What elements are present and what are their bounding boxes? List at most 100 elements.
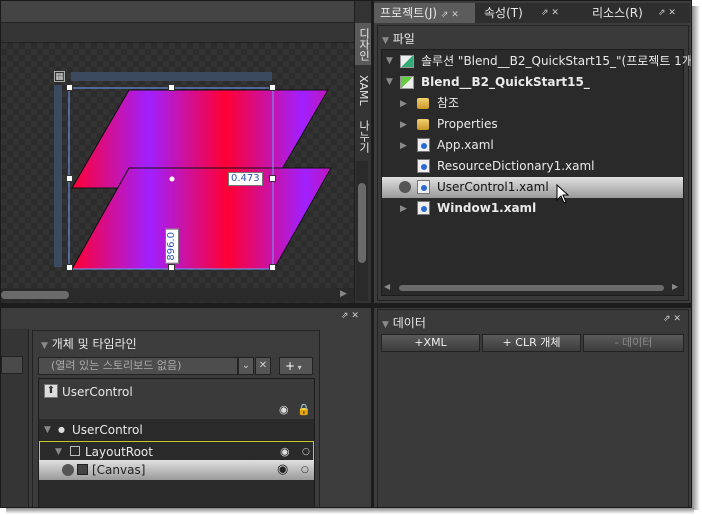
float-icon[interactable]: ⇗ ✕ xyxy=(658,3,676,23)
design-horizontal-scroll-thumb[interactable] xyxy=(1,291,69,299)
tree-label: Blend__B2_QuickStart15_ xyxy=(421,75,590,89)
collapsed-arrow-icon[interactable]: ▶ xyxy=(400,94,407,115)
files-title: 파일 xyxy=(392,32,415,46)
resize-handle-top-left[interactable] xyxy=(66,84,73,91)
float-panel-icon[interactable]: ⇗ ✕ xyxy=(663,314,681,324)
data-section-header[interactable]: ▼ 데이터 xyxy=(382,314,426,331)
tab-design[interactable]: 디자인 xyxy=(355,23,372,65)
scope-lock-icon[interactable]: 🔒 xyxy=(297,403,311,416)
scope-up-icon[interactable]: ⬆ xyxy=(44,384,58,398)
left-panel-field[interactable] xyxy=(1,356,23,374)
object-row-usercontrol[interactable]: ▼ ● UserControl xyxy=(39,420,314,440)
tree-label: Properties xyxy=(437,117,498,131)
resize-handle-top[interactable] xyxy=(168,84,175,91)
visibility-dot-icon: ● xyxy=(58,425,65,434)
float-panel-icon[interactable]: ⇗ ✕ xyxy=(341,311,359,321)
panel-tabbar: 프로젝트(J) ⇗ ✕ 속성(T) ⇗ ✕ 리소스(R) ⇗ ✕ xyxy=(374,3,690,23)
data-title: 데이터 xyxy=(392,316,426,330)
object-row-layoutroot[interactable]: ▼ LayoutRoot ◉ ○ xyxy=(39,441,314,461)
expand-icon[interactable]: ▼ xyxy=(386,51,393,72)
add-xml-button[interactable]: +XML xyxy=(381,334,480,352)
tree-scroll-thumb[interactable] xyxy=(399,285,664,291)
expand-icon[interactable]: ▼ xyxy=(55,442,62,462)
float-icon[interactable]: ⇗ ✕ xyxy=(441,10,459,20)
solution-icon xyxy=(400,55,414,68)
folder-icon xyxy=(417,119,429,130)
scope-label: UserControl xyxy=(62,385,133,399)
right-splitter[interactable] xyxy=(374,303,691,308)
new-storyboard-button[interactable]: + ▾ xyxy=(279,357,313,375)
objects-title: 개체 및 타임라인 xyxy=(51,337,137,351)
float-icon[interactable]: ⇗ ✕ xyxy=(541,3,559,23)
object-label: LayoutRoot xyxy=(85,445,153,459)
expand-icon[interactable]: ▼ xyxy=(44,420,51,440)
close-storyboard-icon[interactable]: ✕ xyxy=(255,357,271,375)
resize-handle-left[interactable] xyxy=(66,175,73,182)
eye-icon[interactable]: ◉ xyxy=(277,460,288,480)
play-circle-icon[interactable] xyxy=(399,181,411,193)
scroll-right-arrow-icon[interactable]: ▶ xyxy=(672,282,678,291)
tab-split[interactable]: 나누기 xyxy=(355,115,372,157)
tab-resources[interactable]: 리소스(R) ⇗ ✕ xyxy=(586,3,690,23)
xaml-file-icon xyxy=(417,180,430,194)
xaml-file-icon xyxy=(417,159,430,173)
grid-object-icon xyxy=(70,446,80,456)
tab-properties[interactable]: 속성(T) ⇗ ✕ xyxy=(478,3,576,23)
tree-label: Window1.xaml xyxy=(437,201,537,215)
window-shadow-right xyxy=(692,6,700,510)
width-label: 0.473 xyxy=(228,172,263,186)
tree-label: 참조 xyxy=(437,96,460,110)
resize-handle-bottom-left[interactable] xyxy=(66,264,73,271)
object-label: [Canvas] xyxy=(92,463,146,477)
blend-window: ▦ 0.473 896.0 디자인 XAML 나누기 ▶ ⇗ ✕ ▼ 개체 및 … xyxy=(0,0,692,508)
xaml-file-icon xyxy=(417,201,430,215)
tree-label: 솔루션 "Blend__B2_QuickStart15_"(프로젝트 1개) xyxy=(421,54,692,68)
tree-row-window1[interactable]: ▶ Window1.xaml xyxy=(382,198,683,219)
canvas-object-icon xyxy=(77,464,88,475)
object-row-canvas[interactable]: [Canvas] ◉ ○ xyxy=(39,460,314,480)
lock-dot-icon[interactable]: ○ xyxy=(302,442,310,462)
xaml-file-icon xyxy=(417,138,430,152)
collapsed-arrow-icon[interactable]: ▶ xyxy=(400,115,407,136)
eye-icon[interactable]: ◉ xyxy=(280,442,290,462)
tree-row-solution[interactable]: ▼ 솔루션 "Blend__B2_QuickStart15_"(프로젝트 1개) xyxy=(382,51,691,72)
collapse-icon[interactable]: ▼ xyxy=(41,341,48,351)
collapsed-arrow-icon[interactable]: ▶ xyxy=(400,199,407,220)
tree-row-properties[interactable]: ▶ Properties xyxy=(382,114,683,135)
tree-label: App.xaml xyxy=(437,138,494,152)
storyboard-dropdown-icon[interactable]: ⌄ xyxy=(238,357,254,375)
collapsed-arrow-icon[interactable]: ▶ xyxy=(400,136,407,157)
expand-icon[interactable]: ▼ xyxy=(386,72,393,93)
window-shadow-bottom xyxy=(6,508,694,514)
tree-row-resource-dictionary[interactable]: ResourceDictionary1.xaml xyxy=(382,156,683,177)
object-label: UserControl xyxy=(72,423,143,437)
scope-eye-icon[interactable]: ◉ xyxy=(279,403,289,416)
resize-handle-bottom[interactable] xyxy=(168,264,175,271)
tab-project[interactable]: 프로젝트(J) ⇗ ✕ xyxy=(374,3,475,23)
resize-handle-bottom-right[interactable] xyxy=(269,264,276,271)
add-clr-object-button[interactable]: + CLR 개체 xyxy=(482,334,581,352)
scroll-right-arrow-icon[interactable]: ▶ xyxy=(340,289,347,299)
folder-icon xyxy=(417,98,429,109)
collapse-icon[interactable]: ▼ xyxy=(382,36,389,46)
files-section-header[interactable]: ▼ 파일 xyxy=(382,30,415,47)
resize-handle-top-right[interactable] xyxy=(269,84,276,91)
collapse-icon[interactable]: ▼ xyxy=(382,320,389,330)
tree-row-project[interactable]: ▼ Blend__B2_QuickStart15_ xyxy=(382,72,683,93)
lock-dot-icon[interactable]: ○ xyxy=(301,460,309,480)
storyboard-picker[interactable]: (열려 있는 스토리보드 없음) xyxy=(38,357,238,375)
tree-row-references[interactable]: ▶ 참조 xyxy=(382,93,683,114)
resize-handle-right[interactable] xyxy=(269,175,276,182)
center-point xyxy=(169,176,175,182)
tree-label: ResourceDictionary1.xaml xyxy=(437,159,595,173)
remove-data-button[interactable]: - 데이터 xyxy=(583,334,684,352)
tree-row-usercontrol1[interactable]: UserControl1.xaml xyxy=(382,177,683,204)
tab-xaml[interactable]: XAML xyxy=(355,67,372,113)
tree-label: UserControl1.xaml xyxy=(437,180,549,194)
tree-row-app-xaml[interactable]: ▶ App.xaml xyxy=(382,135,683,156)
scroll-left-arrow-icon[interactable]: ◀ xyxy=(384,282,390,291)
design-vertical-scroll-thumb[interactable] xyxy=(358,183,366,263)
play-circle-icon[interactable] xyxy=(62,464,74,476)
project-icon xyxy=(400,76,414,89)
height-label: 896.0 xyxy=(165,229,179,264)
